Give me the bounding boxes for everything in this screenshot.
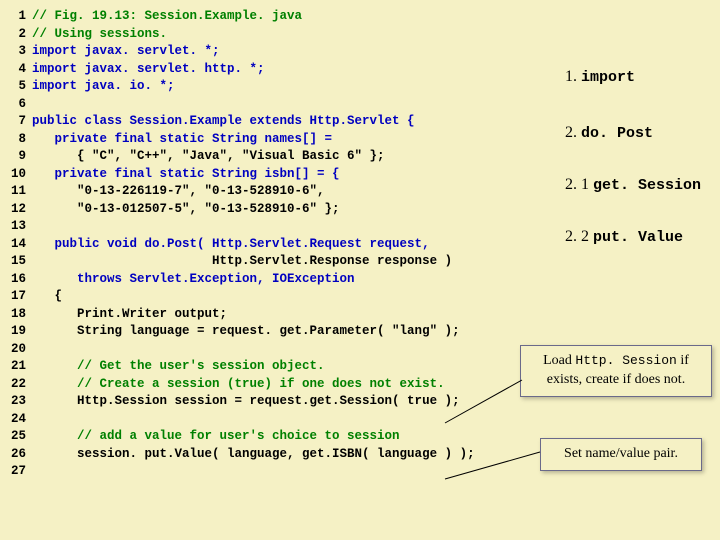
- line-number: 19: [0, 323, 32, 341]
- code-text: // Using sessions.: [32, 26, 167, 44]
- code-text: String language = request. get.Parameter…: [32, 323, 460, 341]
- code-text: private final static String names[] =: [32, 131, 332, 149]
- code-text: "0-13-226119-7", "0-13-528910-6",: [32, 183, 325, 201]
- code-text: // add a value for user's choice to sess…: [32, 428, 400, 446]
- line-number: 25: [0, 428, 32, 446]
- line-number: 11: [0, 183, 32, 201]
- annot-getsession: 2. 1 get. Session: [565, 174, 701, 196]
- line-number: 15: [0, 253, 32, 271]
- line-number: 27: [0, 463, 32, 481]
- annot-putvalue: 2. 2 put. Value: [565, 226, 683, 248]
- callout-text: Set name/value pair.: [564, 446, 678, 461]
- code-line: 15 Http.Servlet.Response response ): [0, 253, 720, 271]
- annot-dopost: 2. do. Post: [565, 122, 653, 144]
- code-line: 18 Print.Writer output;: [0, 306, 720, 324]
- line-number: 7: [0, 113, 32, 131]
- line-number: 26: [0, 446, 32, 464]
- line-number: 14: [0, 236, 32, 254]
- code-line: 1// Fig. 19.13: Session.Example. java: [0, 8, 720, 26]
- line-number: 23: [0, 393, 32, 411]
- callout-set-pair: Set name/value pair.: [540, 438, 702, 471]
- line-number: 6: [0, 96, 32, 114]
- code-line: 3import javax. servlet. *;: [0, 43, 720, 61]
- line-number: 4: [0, 61, 32, 79]
- code-text: "0-13-012507-5", "0-13-528910-6" };: [32, 201, 340, 219]
- line-number: 1: [0, 8, 32, 26]
- code-text: // Get the user's session object.: [32, 358, 325, 376]
- line-number: 22: [0, 376, 32, 394]
- line-number: 20: [0, 341, 32, 359]
- line-number: 18: [0, 306, 32, 324]
- code-text: import javax. servlet. http. *;: [32, 61, 265, 79]
- line-number: 3: [0, 43, 32, 61]
- code-text: private final static String isbn[] = {: [32, 166, 340, 184]
- callout-mono: Http. Session: [575, 353, 676, 368]
- line-number: 13: [0, 218, 32, 236]
- annot-import: 1. import: [565, 66, 635, 88]
- code-text: throws Servlet.Exception, IOException: [32, 271, 355, 289]
- code-line: 24: [0, 411, 720, 429]
- code-line: 6: [0, 96, 720, 114]
- code-line: 2// Using sessions.: [0, 26, 720, 44]
- code-text: session. put.Value( language, get.ISBN( …: [32, 446, 475, 464]
- line-number: 24: [0, 411, 32, 429]
- code-line: 19 String language = request. get.Parame…: [0, 323, 720, 341]
- code-line: 9 { "C", "C++", "Java", "Visual Basic 6"…: [0, 148, 720, 166]
- line-number: 10: [0, 166, 32, 184]
- code-text: // Fig. 19.13: Session.Example. java: [32, 8, 302, 26]
- line-number: 5: [0, 78, 32, 96]
- callout-load-session: Load Http. Session if exists, create if …: [520, 345, 712, 397]
- line-number: 17: [0, 288, 32, 306]
- code-line: 16 throws Servlet.Exception, IOException: [0, 271, 720, 289]
- line-number: 9: [0, 148, 32, 166]
- code-text: { "C", "C++", "Java", "Visual Basic 6" }…: [32, 148, 385, 166]
- line-number: 8: [0, 131, 32, 149]
- code-text: import javax. servlet. *;: [32, 43, 220, 61]
- code-text: Http.Session session = request.get.Sessi…: [32, 393, 460, 411]
- code-text: {: [32, 288, 62, 306]
- line-number: 12: [0, 201, 32, 219]
- callout-text: Load: [543, 353, 575, 368]
- code-line: 12 "0-13-012507-5", "0-13-528910-6" };: [0, 201, 720, 219]
- line-number: 16: [0, 271, 32, 289]
- code-text: Http.Servlet.Response response ): [32, 253, 452, 271]
- code-text: import java. io. *;: [32, 78, 175, 96]
- code-text: public class Session.Example extends Htt…: [32, 113, 415, 131]
- code-text: // Create a session (true) if one does n…: [32, 376, 445, 394]
- code-text: public void do.Post( Http.Servlet.Reques…: [32, 236, 430, 254]
- line-number: 21: [0, 358, 32, 376]
- code-text: Print.Writer output;: [32, 306, 227, 324]
- line-number: 2: [0, 26, 32, 44]
- code-line: 17 {: [0, 288, 720, 306]
